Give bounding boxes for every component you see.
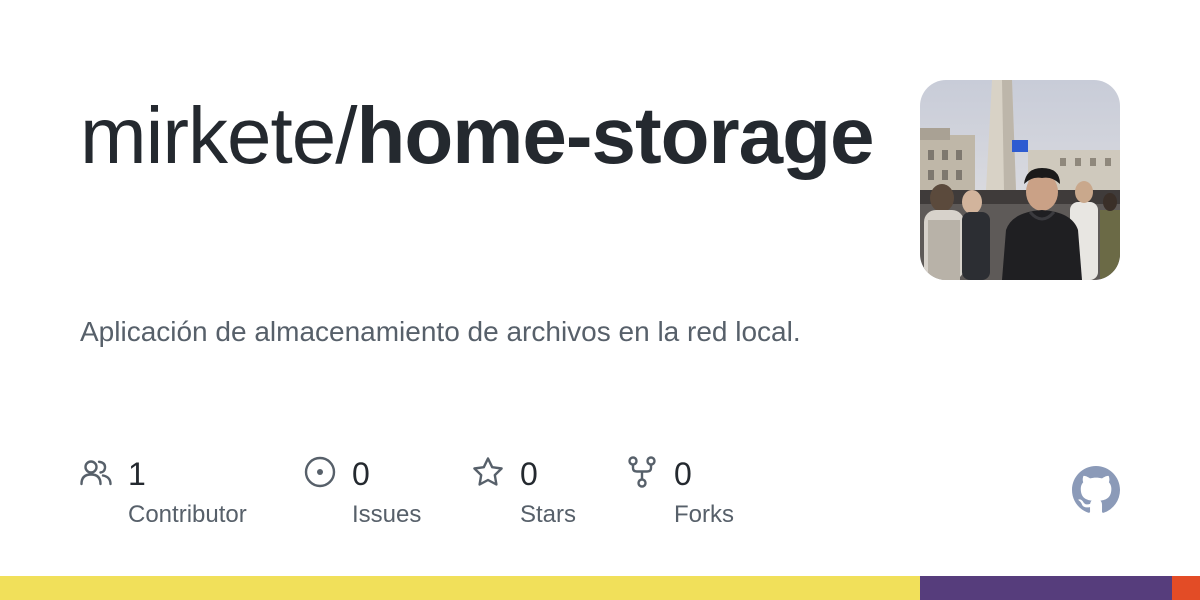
owner-avatar — [920, 80, 1120, 280]
language-segment — [0, 576, 921, 600]
stat-label: Stars — [520, 501, 577, 528]
fork-icon — [628, 456, 656, 488]
repo-stats: 1 Contributor 0 Issues 0 Stars 0 Forks — [80, 452, 840, 542]
stat-value: 0 — [674, 456, 692, 492]
stat-value: 1 — [128, 456, 146, 492]
repo-description: Aplicación de almacenamiento de archivos… — [80, 316, 801, 347]
stat-label: Contributor — [128, 501, 247, 528]
people-icon — [80, 460, 112, 486]
stat-label: Issues — [352, 501, 422, 528]
stat-value: 0 — [352, 456, 370, 492]
repo-title: mirkete/home-storage — [80, 88, 880, 184]
language-segment — [1172, 576, 1200, 600]
github-icon[interactable] — [1072, 466, 1120, 514]
language-bar — [0, 576, 1200, 600]
stat-label: Forks — [674, 501, 734, 528]
repo-name: home-storage — [356, 91, 875, 180]
repo-owner: mirkete/ — [80, 91, 357, 180]
issue-icon — [304, 456, 336, 488]
stat-value: 0 — [520, 456, 538, 492]
language-segment — [920, 576, 1173, 600]
star-icon — [473, 457, 503, 486]
